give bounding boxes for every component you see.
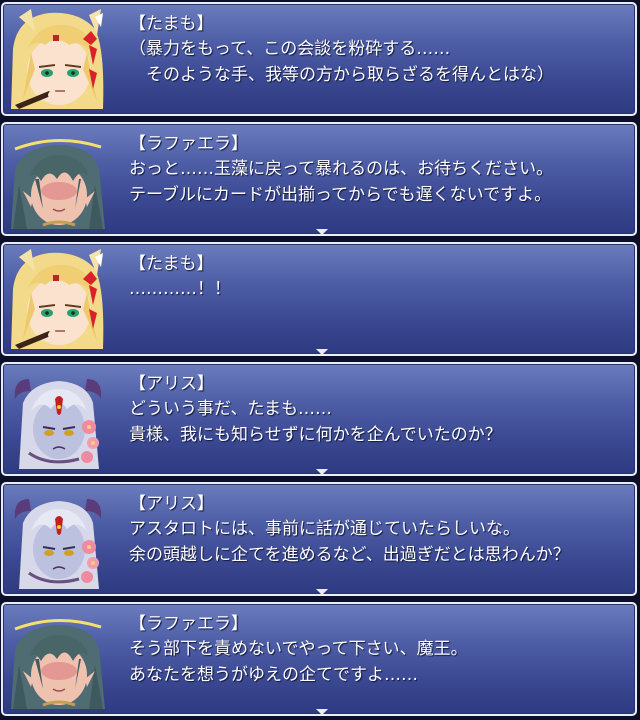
dialogue-line: 余の頭越しに企てを進めるなど、出過ぎだとは思わんか？ [129,545,570,565]
dialogue-line: …………！！ [129,279,231,299]
dialogue-line: アスタロトには、事前に話が通じていたらしいな。 [129,519,520,539]
alice-face-icon [9,489,107,589]
speaker-name: 【たまも】 [129,14,214,34]
continue-arrow-icon[interactable] [316,349,328,355]
dialogue-line: おっと……玉藻に戻って暴れるのは、お待ちください。 [129,159,554,179]
continue-arrow-icon[interactable] [316,229,328,235]
speaker-name: 【ラファエラ】 [129,134,248,154]
tamamo-face-icon [9,9,107,109]
speaker-name: 【たまも】 [129,254,214,274]
continue-arrow-icon[interactable] [316,709,328,715]
dialogue-line: そう部下を責めないでやって下さい、魔王。 [129,639,468,659]
dialogue-line: どういう事だ、たまも…… [129,399,332,419]
dialogue-box-4[interactable]: 【アリス】 どういう事だ、たまも…… 貴様、我にも知らせずに何かを企んでいたのか… [1,362,637,476]
dialogue-line: テーブルにカードが出揃ってからでも遅くないですよ。 [129,185,552,205]
portrait-alice [9,369,107,469]
dialogue-box-3[interactable]: 【たまも】 …………！！ [1,242,637,356]
alice-face-icon [9,369,107,469]
speaker-name: 【アリス】 [129,494,214,514]
raphaela-face-icon [9,129,107,229]
dialogue-box-6[interactable]: 【ラファエラ】 そう部下を責めないでやって下さい、魔王。 あなたを想うがゆえの企… [1,602,637,716]
dialogue-log: 【たまも】 （暴力をもって、この会談を粉砕する…… そのような手、我等の方から取… [0,0,640,720]
dialogue-box-1[interactable]: 【たまも】 （暴力をもって、この会談を粉砕する…… そのような手、我等の方から取… [1,2,637,116]
speaker-name: 【アリス】 [129,374,214,394]
dialogue-line: 貴様、我にも知らせずに何かを企んでいたのか？ [129,425,502,445]
raphaela-face-icon [9,609,107,709]
dialogue-line: （暴力をもって、この会談を粉砕する…… [129,39,451,59]
portrait-alice [9,489,107,589]
continue-arrow-icon[interactable] [316,469,328,475]
tamamo-face-icon [9,249,107,349]
dialogue-line: そのような手、我等の方から取らざるを得んとはな） [129,65,554,85]
portrait-raphaela [9,609,107,709]
portrait-tamamo [9,249,107,349]
speaker-name: 【ラファエラ】 [129,614,248,634]
dialogue-box-5[interactable]: 【アリス】 アスタロトには、事前に話が通じていたらしいな。 余の頭越しに企てを進… [1,482,637,596]
portrait-raphaela [9,129,107,229]
continue-arrow-icon[interactable] [316,589,328,595]
dialogue-line: あなたを想うがゆえの企てですよ…… [129,665,418,685]
dialogue-box-2[interactable]: 【ラファエラ】 おっと……玉藻に戻って暴れるのは、お待ちください。 テーブルにカ… [1,122,637,236]
portrait-tamamo [9,9,107,109]
